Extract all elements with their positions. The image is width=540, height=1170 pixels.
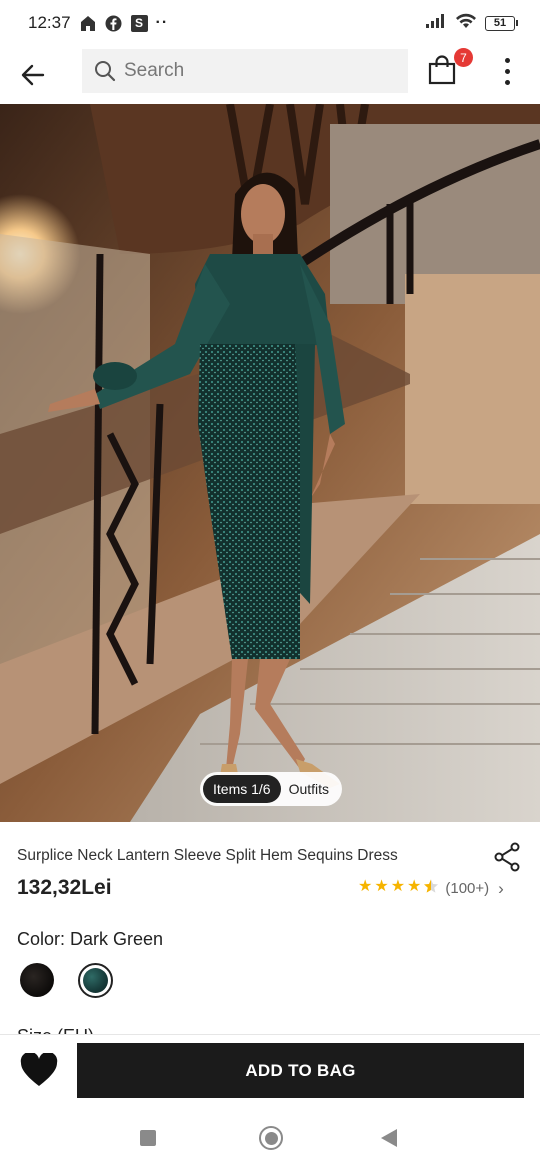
product-price: 132,32Lei <box>17 876 112 899</box>
half-star-icon <box>423 878 439 899</box>
heart-icon <box>20 1053 58 1086</box>
tab-outfits[interactable]: Outfits <box>281 775 339 803</box>
star-icon: ★ <box>407 878 422 895</box>
status-time: 12:37 <box>28 13 71 32</box>
cart-count-badge: 7 <box>454 48 473 67</box>
star-icon: ★ <box>358 878 373 895</box>
product-photo-illustration <box>0 104 540 822</box>
chevron-right-icon: › <box>498 878 504 898</box>
system-nav-bar <box>0 1106 540 1170</box>
dot-icon <box>504 57 510 63</box>
search-icon <box>95 61 116 82</box>
shopping-bag-icon <box>428 55 456 85</box>
wifi-icon <box>455 12 477 34</box>
top-bar: Search 7 <box>0 46 540 104</box>
star-icon: ★ <box>390 878 406 895</box>
status-left: 12:37 S ·· <box>28 13 168 33</box>
rating-stars: ★ ★ ★ ★ <box>358 878 439 899</box>
share-button[interactable] <box>490 840 524 874</box>
more-notifications-icon: ·· <box>155 14 169 31</box>
search-input[interactable]: Search <box>82 49 408 93</box>
facebook-notification-icon <box>105 14 123 32</box>
back-button[interactable] <box>16 58 50 92</box>
add-to-bag-button[interactable]: ADD TO BAG <box>77 1043 524 1098</box>
product-image[interactable]: Items 1/6 Outfits <box>0 104 540 822</box>
dot-icon <box>504 68 510 74</box>
search-placeholder: Search <box>124 60 185 81</box>
rating-link[interactable]: ★ ★ ★ ★ (100+) › <box>358 878 504 899</box>
home-notification-icon <box>79 14 97 32</box>
color-label: Color: Dark Green <box>17 929 164 949</box>
home-icon[interactable] <box>259 1126 283 1150</box>
status-bar: 12:37 S ·· 51 <box>0 0 540 46</box>
bottom-action-bar: ADD TO BAG <box>0 1034 540 1106</box>
product-title: Surplice Neck Lantern Sleeve Split Hem S… <box>17 847 398 864</box>
app-notification-icon: S <box>130 14 148 32</box>
battery-level: 51 <box>485 15 515 31</box>
color-swatch-black[interactable] <box>20 963 54 997</box>
swatch-dark-green-fill <box>83 968 108 993</box>
back-triangle-icon[interactable] <box>381 1129 397 1147</box>
dot-icon <box>504 79 510 85</box>
arrow-left-icon <box>21 64 45 86</box>
wishlist-button[interactable] <box>18 1049 60 1091</box>
battery-icon: 51 <box>485 15 518 31</box>
more-options-button[interactable] <box>494 54 520 88</box>
share-icon <box>494 842 520 872</box>
star-icon: ★ <box>374 878 389 895</box>
color-swatch-dark-green[interactable] <box>78 963 113 998</box>
image-tab-switcher: Items 1/6 Outfits <box>200 772 343 806</box>
signal-icon <box>425 13 447 34</box>
review-count: (100+) <box>445 880 490 897</box>
tab-items[interactable]: Items 1/6 <box>203 775 281 803</box>
recent-apps-icon[interactable] <box>140 1130 156 1146</box>
status-right: 51 <box>425 12 518 34</box>
